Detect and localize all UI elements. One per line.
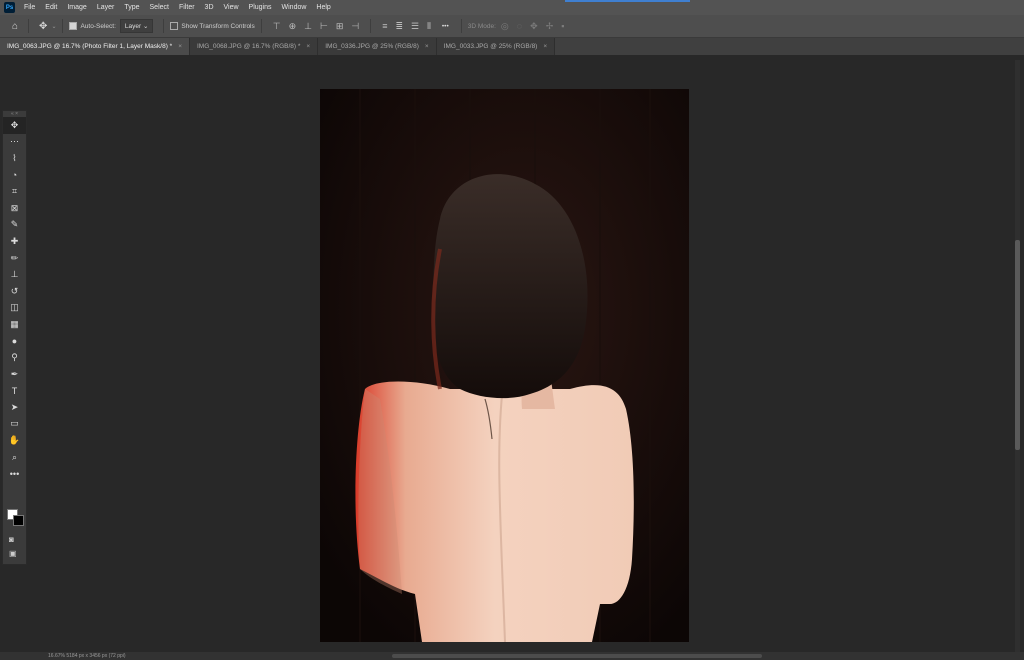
tab-img-0336[interactable]: IMG_0336.JPG @ 25% (RGB/8) × <box>318 38 437 55</box>
window-title-accent <box>565 0 690 2</box>
3d-roll-icon[interactable]: ◌ <box>517 21 522 32</box>
3d-pan-icon[interactable]: ✥ <box>530 21 538 32</box>
auto-select-checkbox[interactable] <box>69 22 78 30</box>
tab-img-0033[interactable]: IMG_0033.JPG @ 25% (RGB/8) × <box>436 38 556 55</box>
menu-image[interactable]: Image <box>62 4 91 11</box>
clone-stamp-tool[interactable]: ⊥ <box>3 266 26 283</box>
close-icon[interactable]: × <box>178 43 182 50</box>
menu-plugins[interactable]: Plugins <box>244 4 277 11</box>
distribute-bottom-icon[interactable]: ☰ <box>411 21 419 32</box>
eraser-tool[interactable]: ◫ <box>3 300 26 317</box>
menu-help[interactable]: Help <box>311 4 335 11</box>
align-bottom-icon[interactable]: ⊥ <box>304 21 312 32</box>
frame-tool[interactable]: ⊠ <box>3 200 26 217</box>
menu-layer[interactable]: Layer <box>92 4 120 11</box>
align-right-icon[interactable]: ⊣ <box>351 21 359 32</box>
close-icon[interactable]: × <box>306 43 310 50</box>
status-text: 16.67% 5184 px x 3456 px (72 ppi) <box>48 653 126 659</box>
menu-view[interactable]: View <box>219 4 244 11</box>
lasso-tool[interactable]: ⌇ <box>3 150 26 167</box>
menu-edit[interactable]: Edit <box>40 4 62 11</box>
move-tool[interactable]: ✥ <box>3 117 26 134</box>
3d-mode-label: 3D Mode: <box>467 22 496 30</box>
background-color-swatch[interactable] <box>13 515 24 526</box>
menu-window[interactable]: Window <box>277 4 312 11</box>
divider <box>62 19 64 33</box>
blur-tool[interactable]: ● <box>3 333 26 350</box>
divider <box>370 19 372 33</box>
align-hcenter-icon[interactable]: ⊞ <box>336 21 344 32</box>
home-icon[interactable]: ⌂ <box>12 21 18 32</box>
3d-orbit-icon[interactable]: ◎ <box>501 21 509 32</box>
menu-type[interactable]: Type <box>119 4 144 11</box>
type-tool[interactable]: T <box>3 383 26 400</box>
eyedropper-tool[interactable]: ✎ <box>3 217 26 234</box>
menu-bar: Ps File Edit Image Layer Type Select Fil… <box>0 0 1024 15</box>
dodge-tool[interactable]: ⚲ <box>3 349 26 366</box>
close-icon[interactable]: × <box>543 43 547 50</box>
pen-tool[interactable]: ✒ <box>3 366 26 383</box>
horizontal-scroll-thumb[interactable] <box>392 654 762 658</box>
menu-filter[interactable]: Filter <box>174 4 200 11</box>
crop-tool[interactable]: ⌗ <box>3 183 26 200</box>
divider <box>460 19 462 33</box>
zoom-tool[interactable]: ⌕ <box>3 449 26 466</box>
more-options-button[interactable]: ••• <box>442 23 449 30</box>
artboard-more[interactable]: ⋯ <box>3 134 26 151</box>
move-tool-preset-icon[interactable]: ✥ <box>39 21 47 32</box>
close-icon[interactable]: × <box>425 43 429 50</box>
document-tabs: IMG_0063.JPG @ 16.7% (Photo Filter 1, La… <box>0 38 1024 55</box>
align-buttons: ⊤ ⊕ ⊥ ⊢ ⊞ ⊣ <box>273 21 359 32</box>
quick-selection-tool[interactable]: ◔ <box>3 167 26 184</box>
history-brush-tool[interactable]: ↺ <box>3 283 26 300</box>
distribute-buttons: ≡ ≣ ☰ ⫴ <box>382 21 431 32</box>
photoshop-logo-icon[interactable]: Ps <box>4 2 15 13</box>
document-canvas[interactable] <box>320 89 689 642</box>
more-tools[interactable]: ••• <box>3 465 26 482</box>
photo-back-portrait <box>320 89 689 642</box>
rectangle-tool[interactable]: ▭ <box>3 416 26 433</box>
align-left-icon[interactable]: ⊢ <box>320 21 328 32</box>
distribute-vcenter-icon[interactable]: ≣ <box>396 21 404 32</box>
spot-healing-tool[interactable]: ✚ <box>3 233 26 250</box>
path-selection-tool[interactable]: ➤ <box>3 399 26 416</box>
divider <box>260 19 262 33</box>
brush-tool[interactable]: ✏ <box>3 250 26 267</box>
divider <box>163 19 165 33</box>
distribute-top-icon[interactable]: ≡ <box>382 21 387 32</box>
gradient-tool[interactable]: ▦ <box>3 316 26 333</box>
chevron-down-icon[interactable]: ⌄ <box>51 23 56 30</box>
show-transform-checkbox[interactable] <box>170 22 179 30</box>
distribute-left-icon[interactable]: ⫴ <box>427 21 431 32</box>
vertical-scroll-thumb[interactable] <box>1015 240 1020 450</box>
quick-mask-icon[interactable]: ◙ <box>9 535 14 544</box>
menu-file[interactable]: File <box>19 4 40 11</box>
menu-select[interactable]: Select <box>145 4 174 11</box>
menu-3d[interactable]: 3D <box>200 4 219 11</box>
tab-img-0068[interactable]: IMG_0068.JPG @ 16.7% (RGB/8) * × <box>190 38 319 55</box>
tab-img-0063[interactable]: IMG_0063.JPG @ 16.7% (Photo Filter 1, La… <box>0 38 190 55</box>
3d-mode-buttons: ◎ ◌ ✥ ✢ ▪ <box>501 21 565 32</box>
screen-mode-icon[interactable]: ▣ <box>9 549 17 558</box>
options-bar: ⌂ ✥ ⌄ Auto-Select: Layer ⌄ Show Transfor… <box>0 15 1024 38</box>
3d-scale-icon[interactable]: ▪ <box>561 21 564 32</box>
align-top-icon[interactable]: ⊤ <box>273 21 281 32</box>
tools-panel: « × ✥ ⋯ ⌇ ◔ ⌗ ⊠ ✎ ✚ ✏ ⊥ ↺ ◫ ▦ ● ⚲ ✒ T ➤ … <box>2 110 27 565</box>
show-transform-label: Show Transform Controls <box>181 22 255 30</box>
3d-slide-icon[interactable]: ✢ <box>546 21 554 32</box>
align-vcenter-icon[interactable]: ⊕ <box>289 21 297 32</box>
hand-tool[interactable]: ✋ <box>3 432 26 449</box>
vertical-scrollbar[interactable] <box>1015 60 1020 652</box>
layer-dropdown[interactable]: Layer ⌄ <box>119 19 154 33</box>
auto-select-label: Auto-Select: <box>80 22 116 30</box>
divider <box>28 19 30 33</box>
